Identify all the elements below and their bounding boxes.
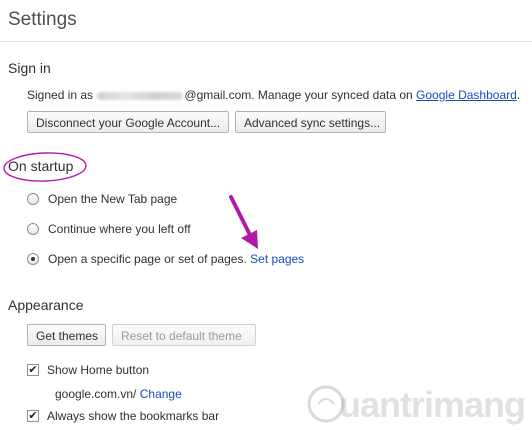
pointer-arrow-shaft — [229, 195, 253, 239]
sign-in-heading: Sign in — [8, 60, 51, 76]
watermark-text: uantrimang — [339, 384, 526, 425]
change-home-link[interactable]: Change — [140, 387, 182, 401]
show-home-label: Show Home button — [47, 363, 150, 377]
get-themes-button[interactable]: Get themes — [27, 324, 106, 346]
signed-in-email-suffix: @gmail.com. Manage your synced data on — [184, 88, 413, 102]
startup-option-specific-text: Open a specific page or set of pages. — [48, 252, 247, 266]
startup-option-specific-label: Open a specific page or set of pages. Se… — [48, 252, 304, 266]
advanced-sync-button[interactable]: Advanced sync settings... — [235, 111, 386, 133]
signed-in-line: Signed in as @gmail.com. Manage your syn… — [27, 88, 520, 102]
bookmarks-bar-checkbox[interactable]: ✔ — [27, 410, 39, 422]
watermark-logo-mark — [317, 398, 335, 405]
startup-radio-continue[interactable] — [27, 223, 39, 235]
google-dashboard-link[interactable]: Google Dashboard — [416, 88, 517, 102]
watermark-logo-ring — [307, 385, 345, 423]
set-pages-link[interactable]: Set pages — [250, 252, 304, 266]
reset-theme-button[interactable]: Reset to default theme — [112, 324, 256, 346]
blurred-username — [97, 91, 184, 100]
radio-selected-dot — [31, 257, 35, 261]
appearance-heading: Appearance — [8, 297, 84, 313]
startup-option-new-tab-label: Open the New Tab page — [48, 192, 178, 206]
show-home-checkbox[interactable]: ✔ — [27, 364, 39, 376]
startup-radio-specific-pages[interactable] — [27, 253, 39, 265]
startup-radio-new-tab[interactable] — [27, 193, 39, 205]
on-startup-heading: On startup — [8, 158, 74, 174]
startup-option-continue-label: Continue where you left off — [48, 222, 191, 236]
page-title: Settings — [8, 9, 77, 30]
bookmarks-bar-label: Always show the bookmarks bar — [47, 409, 220, 423]
signed-in-period: . — [516, 88, 521, 102]
home-url-line: google.com.vn/ Change — [55, 387, 182, 401]
signed-in-prefix: Signed in as — [27, 88, 94, 102]
title-divider — [0, 41, 532, 42]
disconnect-account-button[interactable]: Disconnect your Google Account... — [27, 111, 229, 133]
home-url: google.com.vn/ — [55, 387, 137, 401]
pointer-arrow-head — [241, 230, 258, 249]
